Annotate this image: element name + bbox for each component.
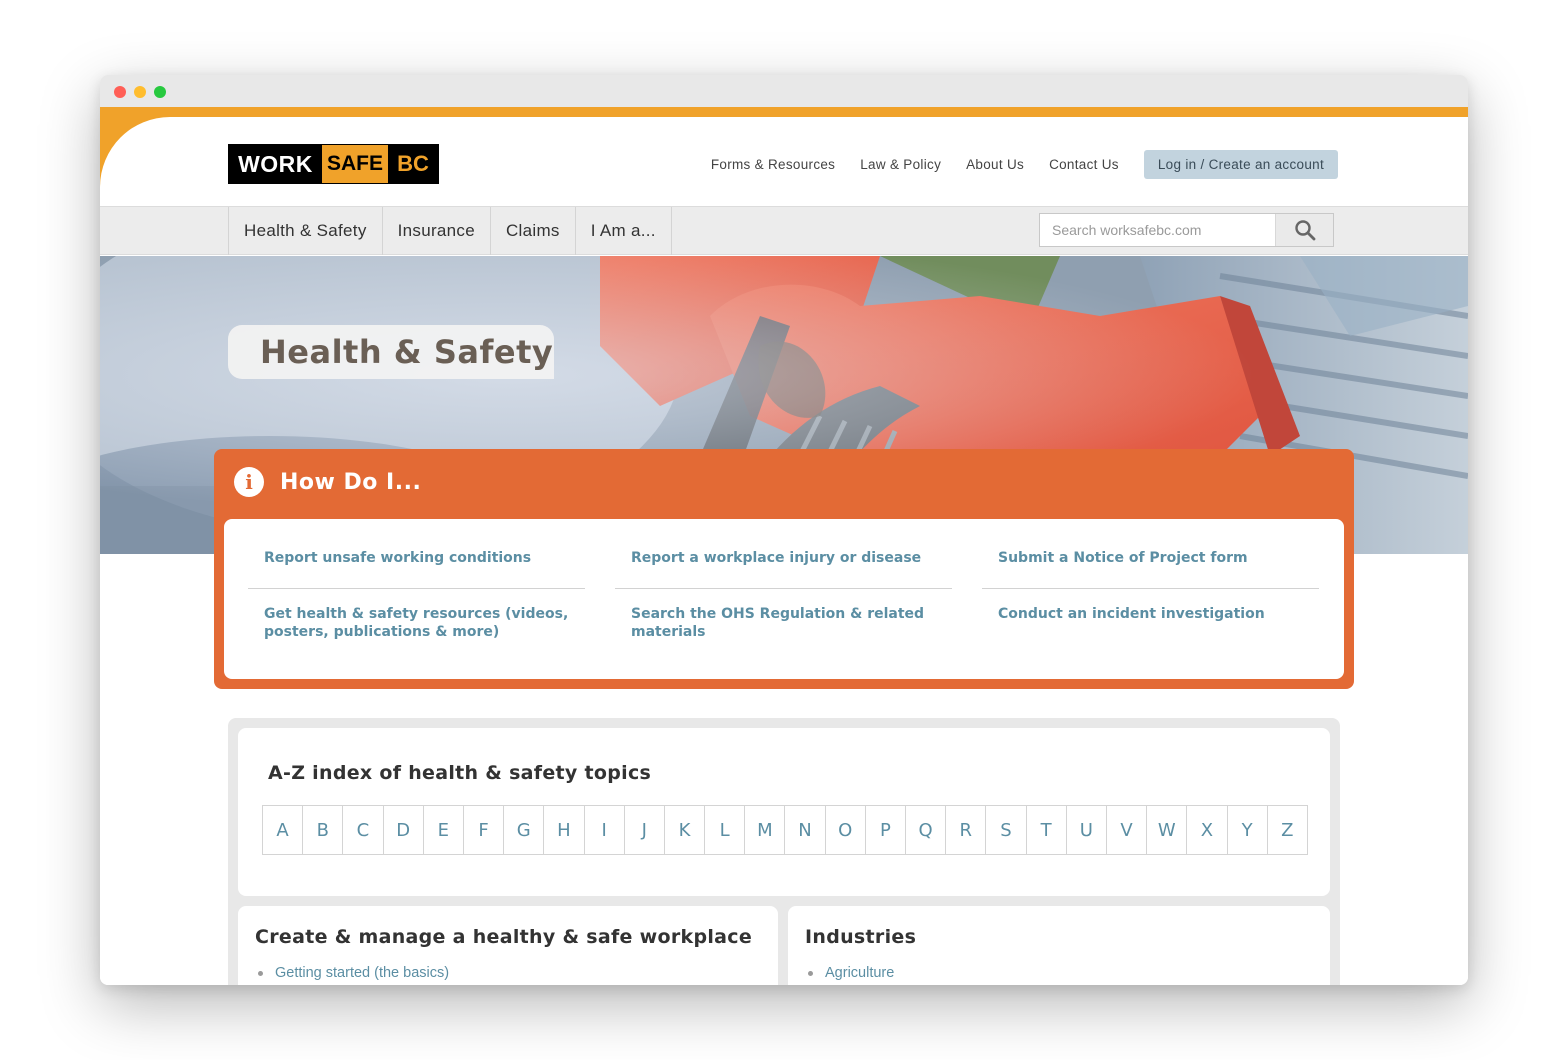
az-letter-u[interactable]: U — [1067, 806, 1107, 854]
industries-section-title: Industries — [805, 926, 917, 948]
main-nav-health-safety[interactable]: Health & Safety — [229, 207, 383, 255]
az-letter-m[interactable]: M — [745, 806, 786, 854]
link-getting-started[interactable]: Getting started (the basics) — [275, 965, 449, 981]
az-letter-w[interactable]: W — [1147, 806, 1188, 854]
logo-work-text: WORK — [229, 145, 322, 183]
az-letter-z[interactable]: Z — [1268, 806, 1308, 854]
topics-frame: A-Z index of health & safety topics ABCD… — [228, 718, 1340, 985]
list-item: Agriculture — [808, 965, 894, 981]
az-letter-d[interactable]: D — [384, 806, 424, 854]
main-nav-insurance[interactable]: Insurance — [383, 207, 491, 255]
az-letter-h[interactable]: H — [544, 806, 585, 854]
az-letter-t[interactable]: T — [1027, 806, 1067, 854]
search-button[interactable] — [1275, 214, 1333, 246]
login-button[interactable]: Log in / Create an account — [1143, 150, 1338, 179]
worksafebc-logo[interactable]: WORK SAFE BC — [228, 144, 439, 184]
link-incident-investigation[interactable]: Conduct an incident investigation — [982, 589, 1319, 659]
main-nav-i-am-a[interactable]: I Am a... — [576, 207, 672, 255]
search-box — [1039, 213, 1334, 247]
az-letter-x[interactable]: X — [1187, 806, 1228, 854]
az-letter-c[interactable]: C — [343, 806, 384, 854]
az-letter-q[interactable]: Q — [906, 806, 947, 854]
az-index-title: A-Z index of health & safety topics — [268, 762, 652, 784]
how-do-i-links: Report unsafe working conditions Report … — [248, 535, 1320, 659]
utility-nav: Forms & Resources Law & Policy About Us … — [711, 150, 1338, 179]
main-nav-claims[interactable]: Claims — [491, 207, 576, 255]
link-health-safety-resources[interactable]: Get health & safety resources (videos, p… — [248, 589, 585, 659]
link-agriculture[interactable]: Agriculture — [825, 965, 894, 981]
az-letter-v[interactable]: V — [1107, 806, 1148, 854]
az-letter-f[interactable]: F — [464, 806, 505, 854]
link-notice-of-project[interactable]: Submit a Notice of Project form — [982, 535, 1319, 589]
how-do-i-panel: i How Do I... Report unsafe working cond… — [214, 449, 1354, 689]
browser-window: WORK SAFE BC Forms & Resources Law & Pol… — [100, 75, 1468, 985]
list-item: Getting started (the basics) — [258, 965, 449, 981]
az-letter-l[interactable]: L — [705, 806, 746, 854]
az-letter-row: ABCDEFGHIJKLMNOPQRSTUVWXYZ — [262, 805, 1308, 855]
link-search-ohs-regulation[interactable]: Search the OHS Regulation & related mate… — [615, 589, 952, 659]
logo-safe-text: SAFE — [322, 145, 388, 183]
az-letter-o[interactable]: O — [826, 806, 866, 854]
utility-link-about-us[interactable]: About Us — [966, 157, 1024, 172]
utility-link-law-policy[interactable]: Law & Policy — [860, 157, 941, 172]
page: WORK SAFE BC Forms & Resources Law & Pol… — [100, 107, 1468, 985]
info-icon: i — [234, 467, 264, 497]
az-index-card: A-Z index of health & safety topics ABCD… — [238, 728, 1330, 896]
az-letter-i[interactable]: I — [585, 806, 625, 854]
bullet-icon — [258, 970, 263, 976]
main-nav: Health & Safety Insurance Claims I Am a.… — [100, 206, 1468, 255]
browser-titlebar — [100, 75, 1468, 107]
maximize-window-button[interactable] — [154, 86, 166, 98]
close-window-button[interactable] — [114, 86, 126, 98]
link-report-injury[interactable]: Report a workplace injury or disease — [615, 535, 952, 589]
utility-link-contact-us[interactable]: Contact Us — [1049, 157, 1119, 172]
link-report-unsafe-conditions[interactable]: Report unsafe working conditions — [248, 535, 585, 589]
az-letter-p[interactable]: P — [866, 806, 906, 854]
workplace-section-card: Create & manage a healthy & safe workpla… — [238, 906, 778, 985]
page-title: Health & Safety — [260, 333, 554, 371]
az-letter-a[interactable]: A — [263, 806, 304, 854]
header-orange-band — [100, 107, 1468, 117]
az-letter-k[interactable]: K — [665, 806, 706, 854]
bullet-icon — [808, 970, 813, 976]
how-do-i-links-card: Report unsafe working conditions Report … — [224, 519, 1344, 679]
utility-link-forms-resources[interactable]: Forms & Resources — [711, 157, 835, 172]
az-letter-g[interactable]: G — [504, 806, 545, 854]
main-nav-items: Health & Safety Insurance Claims I Am a.… — [228, 207, 672, 255]
how-do-i-title: How Do I... — [280, 469, 422, 495]
az-letter-j[interactable]: J — [625, 806, 665, 854]
az-letter-r[interactable]: R — [946, 806, 987, 854]
search-input[interactable] — [1040, 214, 1275, 246]
search-icon — [1294, 220, 1315, 241]
workplace-section-title: Create & manage a healthy & safe workpla… — [255, 926, 753, 948]
how-do-i-header: i How Do I... — [234, 467, 421, 497]
hero-title-tab: Health & Safety — [228, 325, 554, 379]
minimize-window-button[interactable] — [134, 86, 146, 98]
logo-bc-text: BC — [388, 145, 438, 183]
industries-section-card: Industries Agriculture — [788, 906, 1330, 985]
az-letter-e[interactable]: E — [424, 806, 464, 854]
az-letter-y[interactable]: Y — [1228, 806, 1268, 854]
az-letter-b[interactable]: B — [303, 806, 344, 854]
az-letter-n[interactable]: N — [785, 806, 826, 854]
az-letter-s[interactable]: S — [986, 806, 1027, 854]
